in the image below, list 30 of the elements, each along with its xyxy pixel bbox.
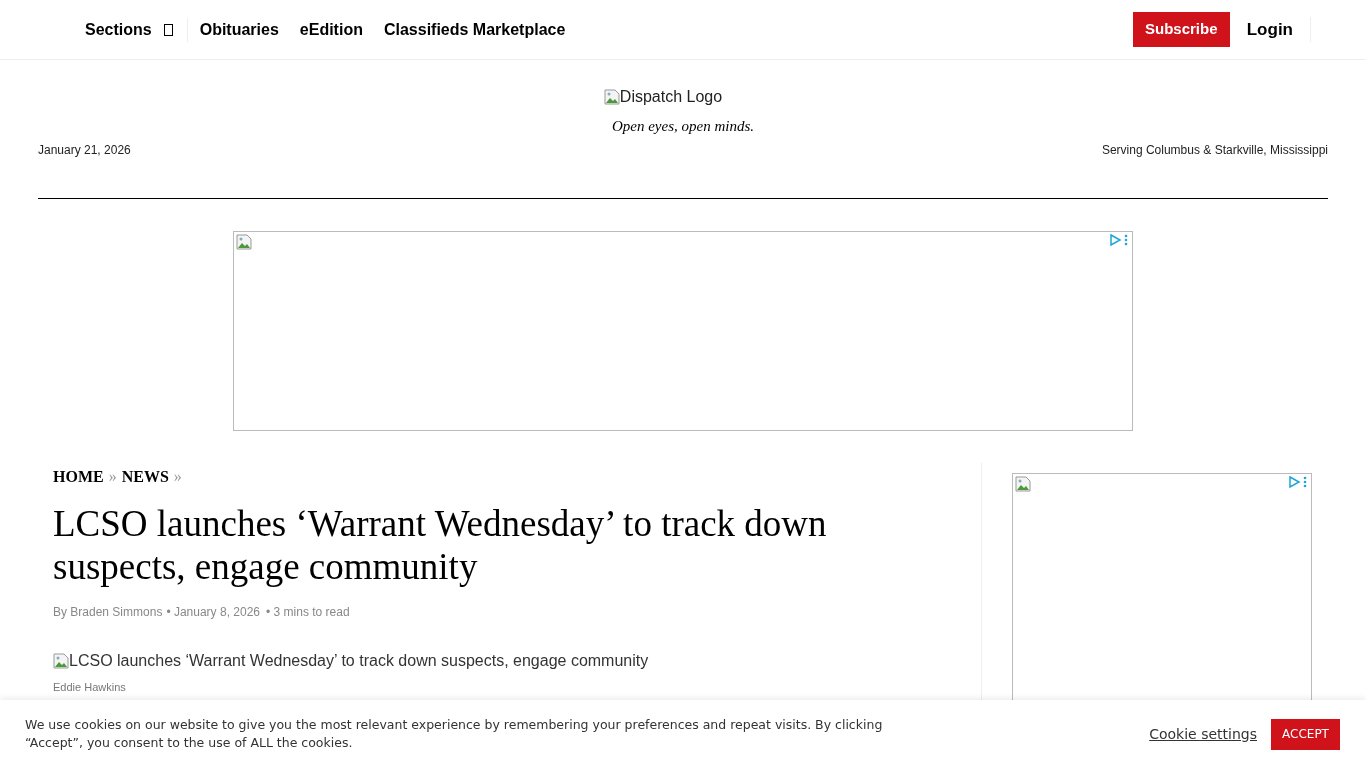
author-byline: By Braden Simmons: [53, 604, 163, 621]
missing-glyph-icon: [163, 23, 173, 36]
broken-image-icon: [236, 234, 252, 250]
breadcrumb-link[interactable]: NEWS: [121, 465, 169, 489]
image-credit: Eddie Hawkins: [53, 680, 127, 695]
sections-menu-button[interactable]: Sections: [85, 17, 188, 42]
current-date: January 21, 2026: [38, 141, 131, 159]
breadcrumb-separator: »: [108, 467, 117, 487]
article-image-alt-text: LCSO launches ‘Warrant Wednesday’ to track down suspects, engage community: [53, 649, 961, 673]
nav-link[interactable]: eEdition: [299, 17, 363, 42]
read-time: • 3 mins to read: [266, 604, 350, 621]
broken-image-icon: [1015, 476, 1031, 492]
breadcrumb-separator: »: [173, 467, 182, 487]
cookie-notice-text: We use cookies on our website to give you the most relevant experience by remembering your preferences and repeat visits. By clicking “Accept”, you consent to the use of ALL the cookies.: [25, 716, 884, 752]
breadcrumb-link[interactable]: HOME: [53, 465, 104, 489]
nav-link[interactable]: Classifieds Marketplace: [383, 17, 566, 42]
accept-button[interactable]: ACCEPT: [1271, 718, 1340, 750]
tagline: Open eyes, open minds.: [611, 117, 754, 136]
publish-date: • January 8, 2026: [166, 604, 260, 621]
cookie-settings-link[interactable]: Cookie settings: [1149, 723, 1257, 745]
broken-image-icon: [53, 653, 69, 669]
article-title: LCSO launches ‘Warrant Wednesday’ to track down suspects, engage community: [53, 502, 828, 588]
subscribe-button[interactable]: Subscribe: [1132, 12, 1230, 47]
serving-area-text: Serving Columbus & Starkville, Mississippi: [1101, 141, 1328, 159]
logo-alt-text[interactable]: Dispatch Logo: [603, 85, 723, 109]
ad-choices-icon[interactable]: [1109, 234, 1129, 246]
login-link[interactable]: Login: [1229, 16, 1311, 43]
broken-image-icon: [603, 89, 620, 105]
ad-choices-icon[interactable]: [1288, 476, 1308, 488]
nav-link[interactable]: Obituaries: [199, 17, 279, 42]
